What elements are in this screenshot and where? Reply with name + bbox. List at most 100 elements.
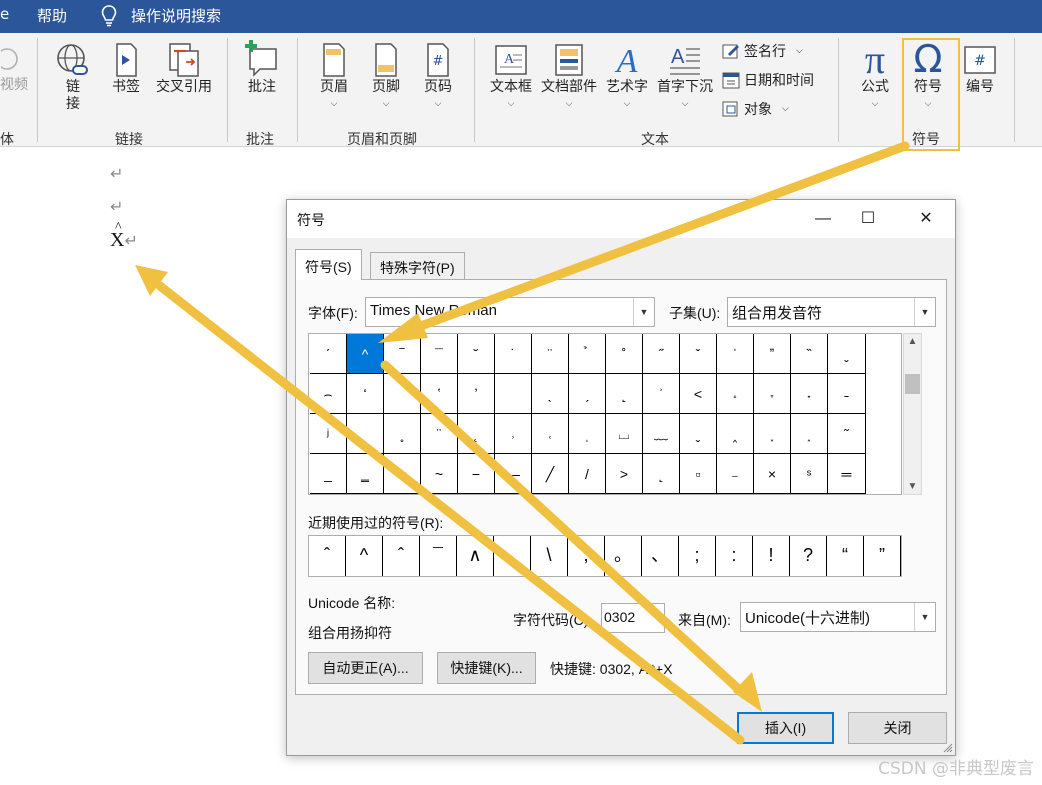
from-select[interactable]: Unicode(十六进制) ▼ [740, 602, 936, 632]
recent-symbol-cell[interactable]: 。 [605, 536, 642, 576]
symbol-cell[interactable]: = [384, 454, 421, 494]
symbol-cell[interactable]: ˘ [458, 334, 495, 374]
recent-symbol-cell[interactable]: ˆ [383, 536, 420, 576]
symbol-cell[interactable]: ˬ [828, 334, 866, 374]
symbol-cell[interactable]: ˙ [495, 334, 532, 374]
recent-symbol-cell[interactable]: , [568, 536, 605, 576]
symbol-cell[interactable]: ╱ [532, 454, 569, 494]
bookmark-button[interactable]: 书签 [106, 41, 146, 96]
scroll-thumb[interactable] [905, 374, 920, 394]
symbol-cell[interactable]: ̏ [791, 334, 828, 374]
symbol-cell[interactable]: ʽ [421, 374, 458, 414]
symbol-cell[interactable]: ˖ [791, 374, 828, 414]
symbol-cell[interactable]: − [458, 454, 495, 494]
insert-button[interactable]: 插入(I) [737, 712, 834, 744]
symbol-cell[interactable]: ˯ [754, 414, 791, 454]
recent-symbol-cell[interactable]: ^ [346, 536, 383, 576]
symbol-grid-scrollbar[interactable]: ▲ ▼ [903, 333, 922, 495]
recent-symbol-cell[interactable]: ¯ [420, 536, 457, 576]
symbol-grid[interactable]: ˊ^‾¯˘˙¨̉˚˝ˇˈˮ̏ˬ⌢ʻʽʼˎˏ˻ʾ˂˔˕˖˗ʲ˳¨˛˒˓ˌ⌴﹏ˬ‸˯… [308, 333, 902, 495]
symbol-cell[interactable]: ˗ [828, 374, 866, 414]
recent-symbol-cell[interactable]: “ [827, 536, 864, 576]
equation-button[interactable]: π 公式 ⌵ [852, 37, 898, 109]
dialog-titlebar[interactable]: 符号 — ☐ ✕ [287, 200, 955, 238]
symbol-cell[interactable]: ˎ [532, 374, 569, 414]
symbol-cell[interactable]: ﹏ [643, 414, 680, 454]
symbol-cell[interactable]: ═ [828, 454, 866, 494]
symbol-cell[interactable]: ˒ [495, 414, 532, 454]
symbol-cell[interactable]: ~ [421, 454, 458, 494]
recent-symbol-cell[interactable]: ” [864, 536, 901, 576]
lightbulb-icon[interactable] [100, 3, 118, 27]
close-button[interactable]: 关闭 [848, 712, 947, 744]
symbol-cell[interactable]: ˜ [828, 414, 866, 454]
symbol-cell[interactable]: ˃ [606, 454, 643, 494]
symbol-cell[interactable]: ¨ [532, 334, 569, 374]
symbol-cell[interactable]: ˕ [754, 374, 791, 414]
symbol-cell[interactable]: ˚ [606, 334, 643, 374]
symbol-cell[interactable]: ʼ [458, 374, 495, 414]
symbol-cell[interactable]: ˊ [310, 334, 347, 374]
link-button[interactable]: 链 接 [50, 41, 96, 113]
symbol-cell[interactable]: ˬ [680, 414, 717, 454]
symbol-cell[interactable]: ˰ [791, 414, 828, 454]
symbol-cell[interactable]: ˇ [680, 334, 717, 374]
drop-cap-button[interactable]: A 首字下沉 ⌵ [654, 41, 716, 109]
symbol-cell[interactable]: ˢ [791, 454, 828, 494]
symbol-cell[interactable]: ⌢ [310, 374, 347, 414]
recent-symbol-cell[interactable]: 、 [642, 536, 679, 576]
symbol-cell[interactable]: ˈ [717, 334, 754, 374]
symbol-cell[interactable]: ˂ [680, 374, 717, 414]
symbol-cell[interactable]: ‾ [384, 334, 421, 374]
comment-button[interactable]: 批注 [240, 39, 284, 96]
tab-symbols[interactable]: 符号(S) [295, 249, 362, 280]
symbol-cell[interactable]: ˛ [458, 414, 495, 454]
symbol-cell[interactable]: ˻ [606, 374, 643, 414]
recent-symbol-cell[interactable]: ˆ [309, 536, 346, 576]
symbol-cell[interactable]: _ [310, 454, 347, 494]
subset-select[interactable]: 组合用发音符 ▼ [727, 297, 936, 327]
wordart-button[interactable]: A 艺术字 ⌵ [602, 41, 652, 109]
resize-grip-icon[interactable] [943, 743, 953, 753]
textbox-button[interactable]: A 文本框 ⌵ [486, 41, 536, 109]
symbol-cell[interactable]: ˝ [643, 334, 680, 374]
symbol-cell[interactable] [347, 414, 384, 454]
symbol-cell[interactable]: ˓ [532, 414, 569, 454]
signature-line-button[interactable]: 签名行 ⌵ [722, 41, 803, 61]
recent-symbol-cell[interactable]: ; [679, 536, 716, 576]
header-button[interactable]: 页眉 ⌵ [312, 41, 356, 109]
symbol-cell[interactable]: × [754, 454, 791, 494]
symbol-cell[interactable]: ˮ [754, 334, 791, 374]
recent-symbol-cell[interactable]: \ [531, 536, 568, 576]
number-button[interactable]: # 编号 [958, 41, 1002, 96]
date-time-button[interactable]: 日期和时间 [722, 70, 814, 90]
font-select[interactable]: Times New Roman ▼ [365, 297, 655, 327]
tell-me-search[interactable]: 操作说明搜索 [131, 5, 221, 26]
symbol-cell[interactable] [384, 374, 421, 414]
symbol-cell[interactable]: ¯ [421, 334, 458, 374]
symbol-cell[interactable]: ₋ [717, 454, 754, 494]
recent-symbols-row[interactable]: ˆ ^ ˆ ¯ ∧、 \,。、;:!? “” [308, 535, 902, 577]
symbol-cell[interactable]: ▫ [680, 454, 717, 494]
shortcut-key-button[interactable]: 快捷键(K)... [437, 652, 536, 684]
symbol-cell[interactable]: ¨ [421, 414, 458, 454]
page-number-button[interactable]: # 页码 ⌵ [416, 41, 460, 109]
chevron-down-icon[interactable]: ▼ [914, 603, 935, 631]
symbol-cell[interactable]: ˻ [643, 454, 680, 494]
object-button[interactable]: 对象 ⌵ [722, 99, 789, 119]
symbol-cell[interactable]: ʾ [643, 374, 680, 414]
recent-symbol-cell[interactable]: : [716, 536, 753, 576]
video-button-partial[interactable]: 视频 [0, 41, 28, 94]
symbol-cell[interactable]: ˌ [569, 414, 606, 454]
tab-special-characters[interactable]: 特殊字符(P) [370, 252, 465, 279]
recent-symbol-cell[interactable]: ? [790, 536, 827, 576]
symbol-cell-selected[interactable]: ^ [347, 334, 384, 374]
footer-button[interactable]: 页脚 ⌵ [364, 41, 408, 109]
tab-partial[interactable]: e [0, 5, 9, 23]
symbol-cell[interactable]: ⌴ [606, 414, 643, 454]
close-icon[interactable]: ✕ [900, 200, 952, 238]
symbol-cell[interactable]: ˏ [569, 374, 606, 414]
quick-parts-button[interactable]: 文档部件 ⌵ [538, 41, 600, 109]
chevron-down-icon[interactable]: ▼ [633, 298, 654, 326]
symbol-cell[interactable]: ̉ [569, 334, 606, 374]
